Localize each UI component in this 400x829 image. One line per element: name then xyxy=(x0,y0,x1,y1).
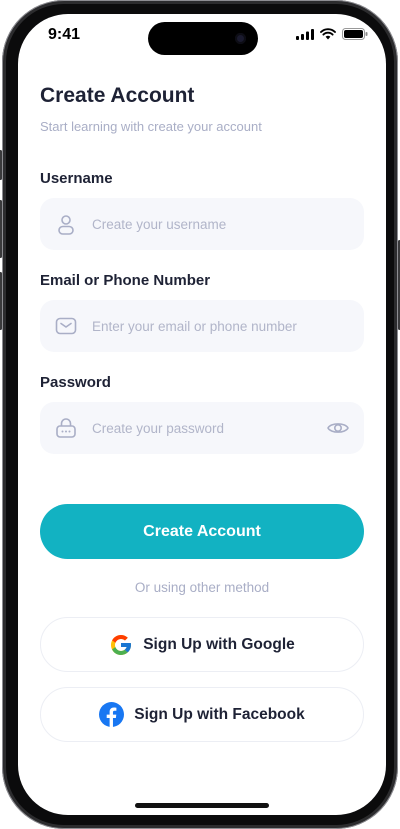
email-input[interactable] xyxy=(92,300,322,352)
app-screen: 9:41 Create Account Start learning with … xyxy=(18,14,386,815)
username-field[interactable] xyxy=(40,198,364,250)
google-signup-button[interactable]: Sign Up with Google xyxy=(40,617,364,672)
google-icon xyxy=(111,634,132,655)
email-label: Email or Phone Number xyxy=(40,272,211,289)
status-icons xyxy=(296,28,368,40)
volume-up-button xyxy=(0,200,2,258)
username-label: Username xyxy=(40,170,113,187)
page-title: Create Account xyxy=(40,84,195,107)
user-icon xyxy=(58,215,74,235)
alternative-methods-text: Or using other method xyxy=(134,580,270,595)
facebook-icon xyxy=(99,702,125,727)
signal-icon xyxy=(296,28,314,40)
email-field[interactable] xyxy=(40,300,364,352)
battery-icon xyxy=(342,28,368,40)
lock-icon xyxy=(56,418,76,438)
dynamic-island xyxy=(148,22,258,55)
silent-switch xyxy=(0,150,2,180)
password-label: Password xyxy=(40,374,111,391)
wifi-icon xyxy=(320,28,336,40)
password-field[interactable] xyxy=(40,402,364,454)
password-input[interactable] xyxy=(92,402,322,454)
phone-frame: 9:41 Create Account Start learning with … xyxy=(0,0,400,829)
status-time: 9:41 xyxy=(48,26,81,43)
google-signup-label: Sign Up with Google xyxy=(143,635,295,653)
page-subtitle: Start learning with create your account xyxy=(40,119,262,134)
username-input[interactable] xyxy=(92,198,322,250)
eye-icon[interactable] xyxy=(326,416,350,440)
facebook-signup-label: Sign Up with Facebook xyxy=(134,705,305,723)
create-account-button[interactable]: Create Account xyxy=(40,504,364,559)
camera-icon xyxy=(235,33,246,44)
status-bar: 9:41 xyxy=(18,14,386,62)
volume-down-button xyxy=(0,272,2,330)
facebook-signup-button[interactable]: Sign Up with Facebook xyxy=(40,687,364,742)
mail-icon xyxy=(55,317,77,335)
home-indicator[interactable] xyxy=(135,803,269,808)
